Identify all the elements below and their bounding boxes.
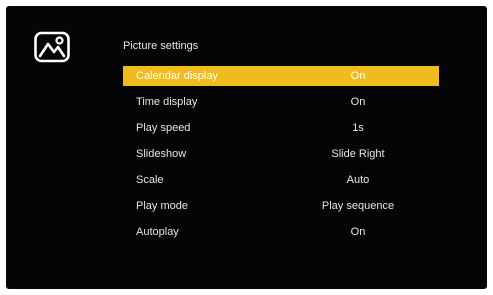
setting-row-play-speed[interactable]: Play speed 1s [123,118,439,138]
setting-label: Slideshow [136,148,187,160]
setting-value[interactable]: On [263,92,453,112]
setting-label: Autoplay [136,226,179,238]
picture-icon [33,30,73,66]
setting-label: Play speed [136,122,191,134]
setting-row-scale[interactable]: Scale Auto [123,170,439,190]
setting-value[interactable]: On [263,66,453,86]
setting-value[interactable]: Play sequence [263,196,453,216]
setting-row-time-display[interactable]: Time display On [123,92,439,112]
setting-row-slideshow[interactable]: Slideshow Slide Right [123,144,439,164]
page-title: Picture settings [123,40,199,52]
setting-label: Time display [136,96,198,108]
setting-row-calendar-display[interactable]: Calendar display On [123,66,439,86]
setting-row-autoplay[interactable]: Autoplay On [123,222,439,242]
setting-label: Calendar display [136,70,218,82]
settings-list: Calendar display On Time display On Play… [123,66,439,248]
setting-value[interactable]: On [263,222,453,242]
setting-value[interactable]: 1s [263,118,453,138]
setting-value[interactable]: Auto [263,170,453,190]
setting-label: Scale [136,174,164,186]
setting-value[interactable]: Slide Right [263,144,453,164]
tv-screen: Picture settings Calendar display On Tim… [6,6,487,289]
setting-row-play-mode[interactable]: Play mode Play sequence [123,196,439,216]
setting-label: Play mode [136,200,188,212]
